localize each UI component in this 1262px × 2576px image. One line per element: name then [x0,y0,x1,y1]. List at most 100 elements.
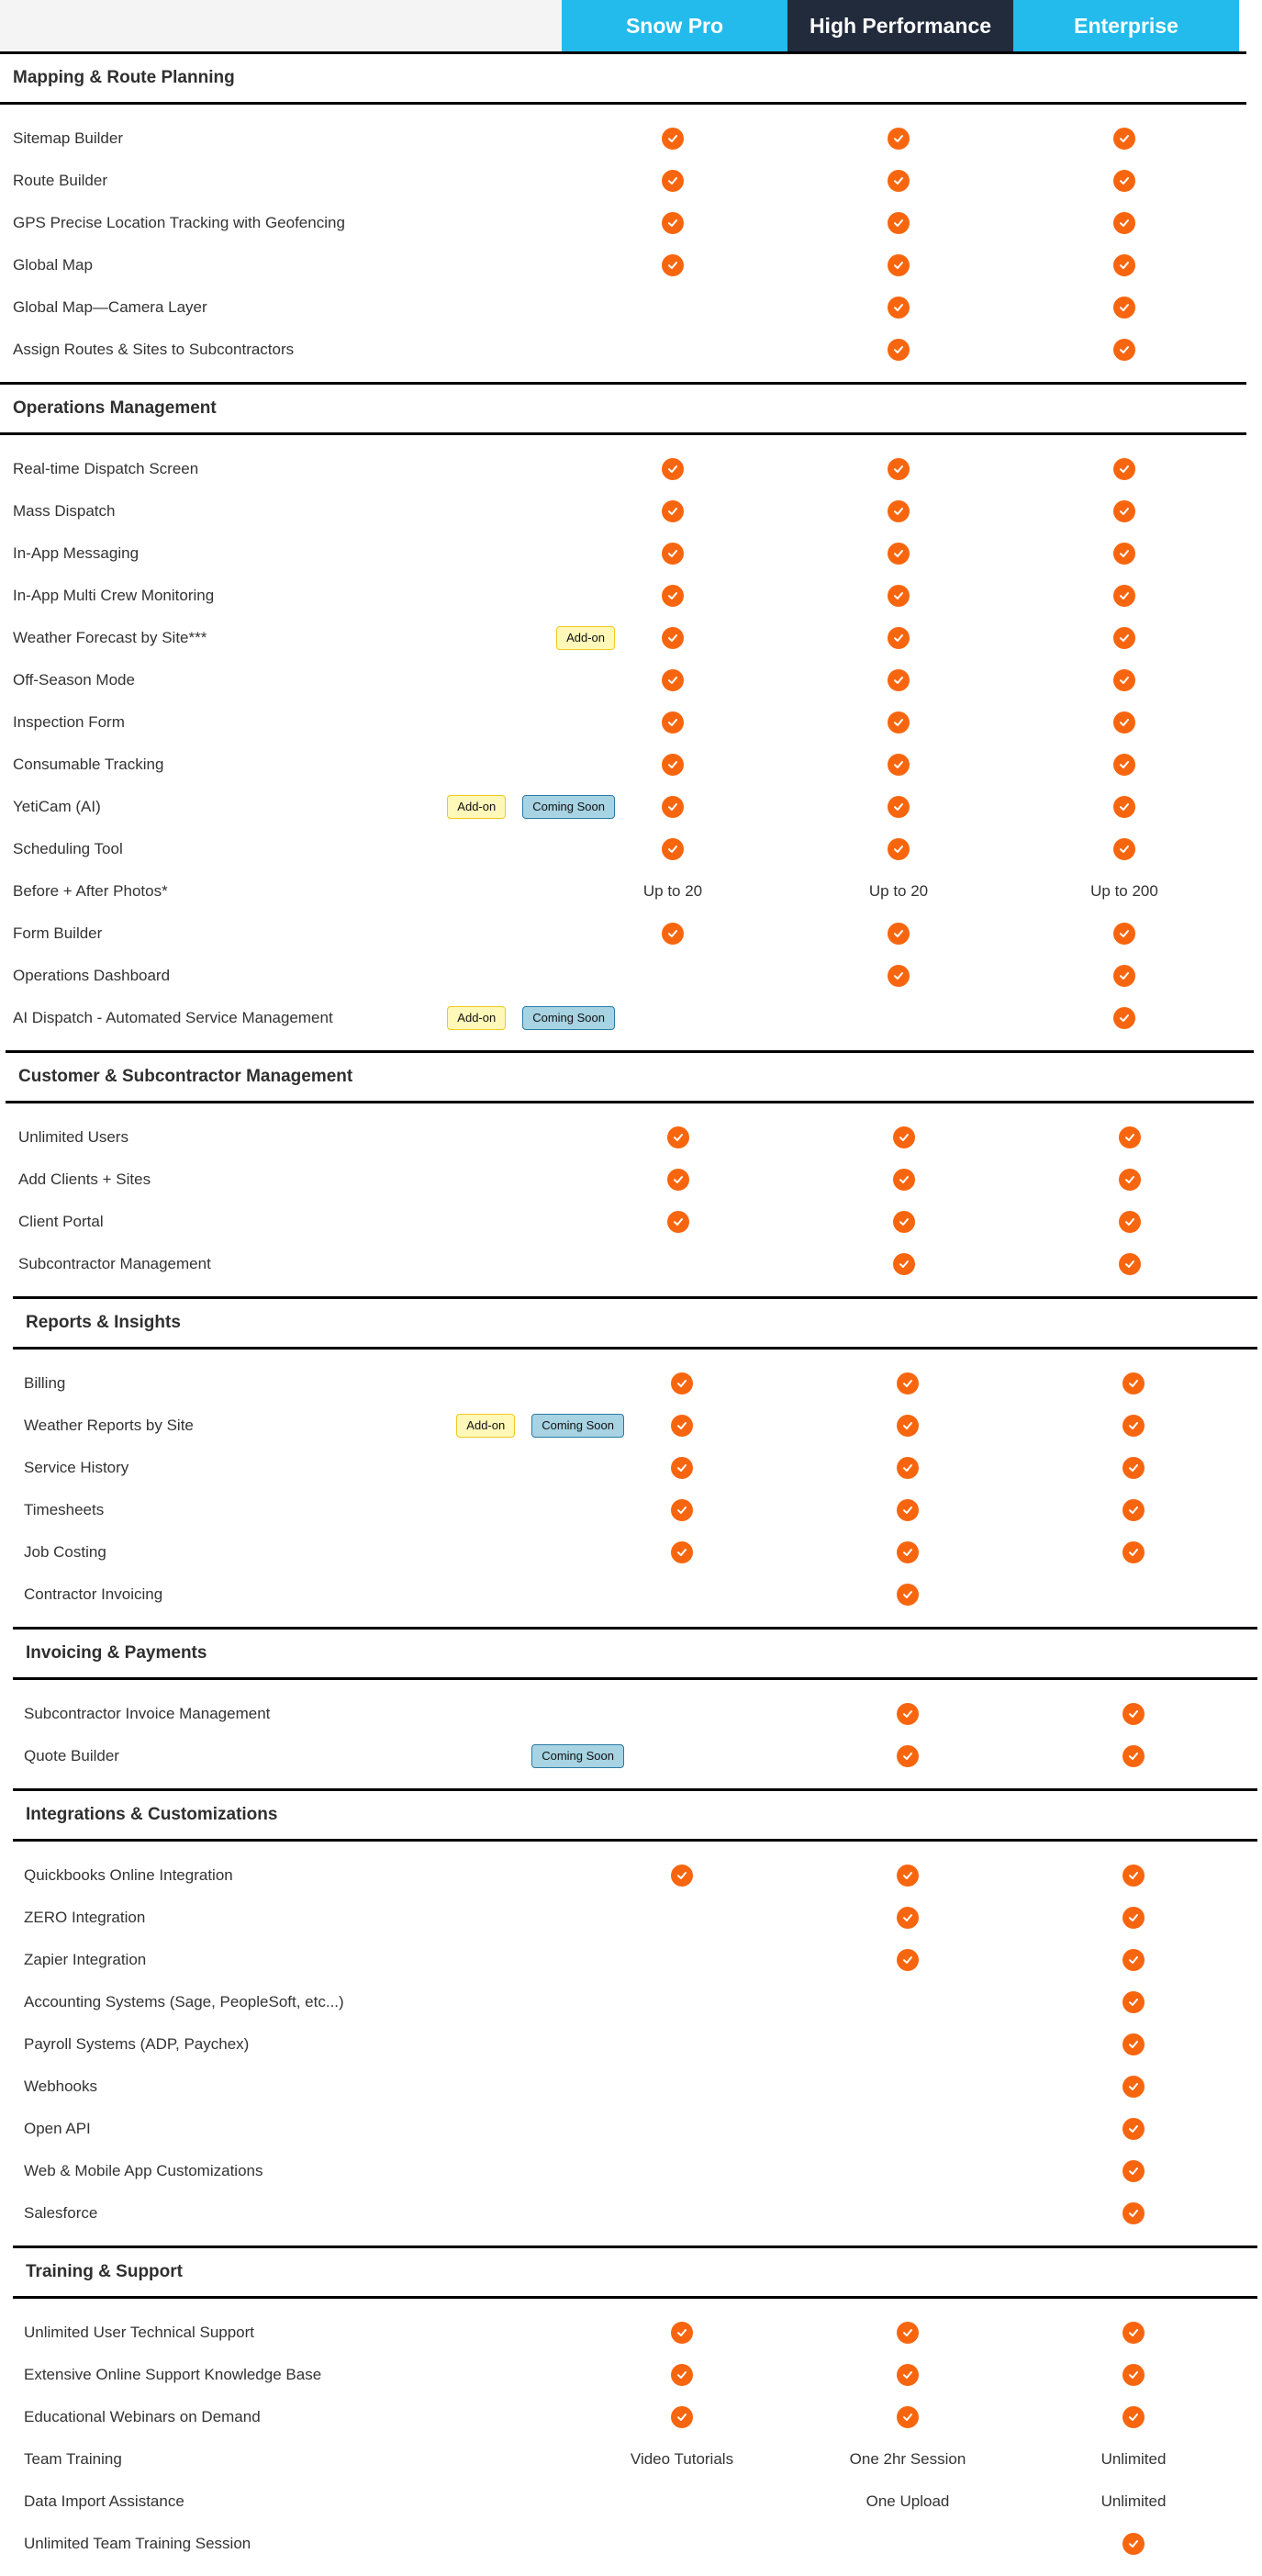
plan-value-text: Unlimited [1100,2492,1167,2510]
feature-row: Webhooks [0,2066,1246,2108]
plan-cells: Video Tutorials One 2hr Session Unlimited [569,2450,1246,2469]
section-integrations-customizations: Integrations & Customizations Quickbooks … [0,1788,1262,2246]
feature-label: Payroll Systems (ADP, Paychex) [24,2035,250,2053]
check-icon [1122,2364,1145,2386]
check-icon [1113,838,1135,860]
feature-label: AI Dispatch - Automated Service Manageme… [13,1009,333,1026]
plan-cells [569,1415,1246,1437]
plan-cells [565,1211,1243,1233]
plan-cell-high-performance [795,1703,1021,1725]
plan-cell-high-performance [786,796,1011,818]
check-icon [1113,796,1135,818]
check-icon [888,500,910,522]
feature-label: Off-Season Mode [13,671,135,689]
plan-cell-snow-pro [560,458,786,480]
plan-cell-high-performance [795,1907,1021,1929]
feature-row: Job Costing [0,1531,1246,1574]
plan-cell-enterprise [1021,2076,1246,2098]
plan-cells [569,2033,1246,2055]
plan-cell-enterprise [1011,627,1237,649]
plan-cell-high-performance [795,1415,1021,1437]
feature-row: Subcontractor Invoice Management [0,1693,1246,1735]
plan-value-text: Unlimited [1100,2450,1167,2468]
check-icon [662,669,684,691]
feature-row: Unlimited Users [0,1116,1246,1159]
feature-label: Web & Mobile App Customizations [24,2162,263,2179]
check-icon [1122,1745,1145,1767]
feature-label: Route Builder [13,172,108,189]
plan-cell-snow-pro [569,1457,795,1479]
feature-label: Subcontractor Invoice Management [24,1705,271,1722]
plan-cell-high-performance [791,1211,1017,1233]
plan-cells [569,1991,1246,2013]
plan-cell-enterprise [1021,1745,1246,1767]
check-icon [888,458,910,480]
plan-cells: Up to 20 Up to 20 Up to 200 [560,882,1237,901]
feature-label: Assign Routes & Sites to Subcontractors [13,341,295,358]
check-icon [667,1211,689,1233]
plan-cell-enterprise [1011,923,1237,945]
plan-cells [560,585,1237,607]
check-icon [671,1865,693,1887]
check-icon [671,2364,693,2386]
feature-label: Educational Webinars on Demand [24,2408,261,2425]
plan-cell-high-performance [795,1949,1021,1971]
plan-cell-snow-pro [569,1745,795,1767]
feature-row: Quickbooks Online Integration [0,1854,1246,1897]
feature-label: Open API [24,2120,91,2137]
plan-cells [560,500,1237,522]
plan-cells [569,2202,1246,2224]
check-icon [662,585,684,607]
plan-cell-snow-pro [569,1907,795,1929]
plan-cell-enterprise [1011,339,1237,361]
feature-row: Route Builder [0,160,1246,202]
feature-label: Client Portal [18,1213,104,1230]
plan-cell-enterprise [1011,543,1237,565]
plan-cell-enterprise [1021,2118,1246,2140]
addon-badge: Add-on [447,795,507,819]
plan-cell-enterprise [1017,1211,1243,1233]
feature-row: Mass Dispatch [0,490,1246,532]
check-icon [1119,1169,1141,1191]
plan-cell-snow-pro [569,1541,795,1563]
feature-row: Service History [0,1447,1246,1489]
plan-cell-enterprise [1011,711,1237,734]
plan-cell-snow-pro [560,297,786,319]
plan-cell-enterprise [1021,1865,1246,1887]
check-icon [893,1126,915,1148]
feature-rows: Sitemap Builder Route Builder GPS Precise … [0,105,1262,382]
plan-cell-high-performance [786,543,1011,565]
feature-row: Inspection Form [0,701,1246,744]
feature-row: Zapier Integration [0,1939,1246,1981]
feature-label: Data Import Assistance [24,2492,184,2510]
feature-label: Operations Dashboard [13,967,171,984]
check-icon [1122,2406,1145,2428]
plan-cell-snow-pro [560,711,786,734]
feature-row: Global Map [0,244,1246,286]
plan-cells [560,254,1237,276]
check-icon [888,796,910,818]
check-icon [1122,2033,1145,2055]
check-icon [1113,212,1135,234]
feature-label: Extensive Online Support Knowledge Base [24,2366,322,2383]
check-icon [897,1907,919,1929]
feature-rows: Unlimited Users Add Clients + Sites Client… [0,1103,1262,1296]
check-icon [667,1169,689,1191]
check-icon [897,1584,919,1606]
check-icon [671,1541,693,1563]
check-icon [662,254,684,276]
check-icon [1122,1541,1145,1563]
feature-row: Operations Dashboard [0,955,1246,997]
check-icon [897,1949,919,1971]
plan-cell-high-performance [795,1457,1021,1479]
check-icon [1119,1211,1141,1233]
plan-value-text: Up to 200 [1090,882,1158,900]
check-icon [888,254,910,276]
plan-cell-high-performance [786,754,1011,776]
plan-cell-enterprise [1011,965,1237,987]
check-icon [1122,2322,1145,2344]
section-mapping-route-planning: Mapping & Route Planning Sitemap Builder R… [0,51,1262,382]
plan-cell-snow-pro: Video Tutorials [569,2450,795,2469]
feature-row: Assign Routes & Sites to Subcontractors [0,329,1246,371]
check-icon [1122,1907,1145,1929]
